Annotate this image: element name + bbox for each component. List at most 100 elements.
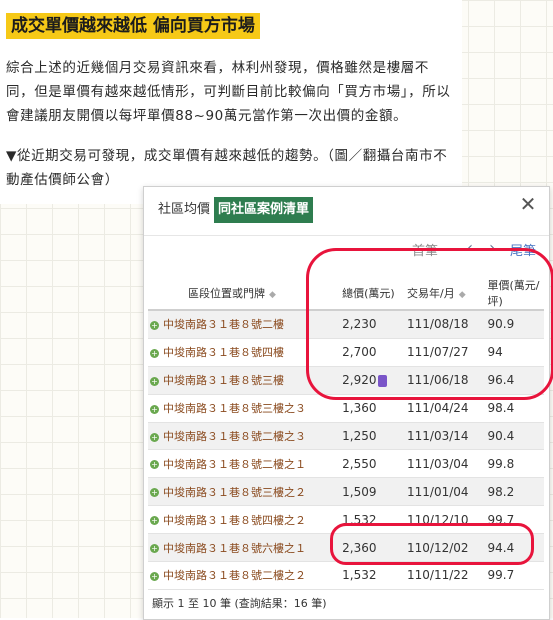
- cell-date: 111/03/04: [403, 449, 484, 479]
- cell-total: 2,230: [338, 310, 404, 339]
- cell-total: 1,532: [338, 505, 404, 535]
- cell-date: 110/12/10: [403, 505, 484, 535]
- table-row[interactable]: + 中埈南路３１巷８號四樓 2,700 111/07/27 94: [148, 338, 544, 367]
- cell-location[interactable]: + 中埈南路３１巷８號四樓之２: [148, 505, 339, 535]
- transaction-modal: 社區均價 同社區案例清單 ✕ 首筆 ‹ › 尾筆 區段位置或門牌 ◆ 總價(萬元)…: [143, 186, 550, 620]
- expand-icon[interactable]: +: [150, 460, 159, 470]
- cell-unit-price: 99.7: [483, 561, 544, 590]
- cell-unit-price: 94: [483, 338, 544, 367]
- sort-icon: ◆: [458, 290, 466, 300]
- table-row[interactable]: + 中埈南路３１巷８號三樓之３ 1,360 111/04/24 98.4: [148, 394, 544, 423]
- cell-date: 111/01/04: [403, 477, 484, 507]
- article-paragraph-1: 綜合上述的近幾個月交易資訊來看，林利州發現，價格雖然是樓層不同，但是單價有越來越…: [6, 60, 451, 124]
- expand-icon[interactable]: +: [150, 320, 159, 330]
- pagination: 首筆 ‹ › 尾筆: [144, 235, 549, 270]
- header-location[interactable]: 區段位置或門牌 ◆: [148, 277, 339, 311]
- total-text: 2,550: [342, 456, 377, 471]
- total-text: 2,920: [342, 373, 377, 388]
- article: 成交單價越來越低 偏向買方市場 綜合上述的近幾個月交易資訊來看，林利州發現，價格…: [0, 0, 462, 204]
- header-unit-price[interactable]: 單價(萬元/坪): [483, 277, 544, 311]
- total-text: 2,360: [342, 540, 377, 555]
- article-paragraph-2: ▼從近期交易可發現，成交單價有越來越低的趨勢。（圖／翻攝台南市不動產估價師公會）: [6, 148, 448, 188]
- expand-icon[interactable]: +: [150, 404, 159, 414]
- expand-icon[interactable]: +: [150, 516, 159, 526]
- cell-total: 2,920: [338, 366, 404, 395]
- cell-date: 110/11/22: [403, 561, 484, 590]
- header-date[interactable]: 交易年/月 ◆: [403, 277, 484, 311]
- cell-location[interactable]: + 中埈南路３１巷８號三樓之２: [148, 477, 339, 507]
- cell-total: 1,532: [338, 561, 404, 590]
- location-text: 中埈南路３１巷８號三樓之２: [163, 485, 306, 499]
- table-row[interactable]: + 中埈南路３１巷８號三樓 2,920 111/06/18 96.4: [148, 366, 544, 395]
- header-total[interactable]: 總價(萬元): [338, 277, 404, 311]
- pager-last-button[interactable]: 尾筆: [510, 240, 536, 259]
- cell-location[interactable]: + 中埈南路３１巷８號二樓之１: [148, 449, 339, 479]
- expand-icon[interactable]: +: [150, 348, 159, 358]
- table-row[interactable]: + 中埈南路３１巷８號二樓之３ 1,250 111/03/14 90.4: [148, 422, 544, 451]
- cell-location[interactable]: + 中埈南路３１巷８號二樓之２: [148, 561, 339, 590]
- total-text: 2,700: [342, 345, 377, 360]
- pager-first-button[interactable]: 首筆: [412, 240, 438, 259]
- cell-total: 2,550: [338, 449, 404, 479]
- expand-icon[interactable]: +: [150, 432, 159, 442]
- cell-total: 1,360: [338, 394, 404, 423]
- pager-prev-icon[interactable]: ‹: [460, 240, 480, 256]
- result-summary: 顯示 1 至 10 筆 (查詢結果：16 筆): [152, 597, 327, 610]
- cell-unit-price: 98.4: [483, 394, 544, 423]
- expand-icon[interactable]: +: [150, 376, 159, 386]
- location-text: 中埈南路３１巷８號二樓之３: [163, 430, 306, 443]
- location-text: 中埈南路３１巷８號三樓: [163, 374, 284, 388]
- close-icon[interactable]: ✕: [517, 193, 539, 215]
- total-text: 2,230: [342, 317, 377, 332]
- cell-unit-price: 99.8: [483, 449, 544, 479]
- tab-community-average[interactable]: 社區均價: [154, 197, 214, 223]
- header-location-label: 區段位置或門牌: [188, 287, 265, 300]
- total-text: 1,532: [342, 568, 377, 583]
- expand-icon[interactable]: +: [150, 488, 159, 498]
- cell-unit-price: 90.4: [483, 422, 544, 451]
- location-text: 中埈南路３１巷８號二樓: [163, 318, 284, 332]
- cell-date: 111/08/18: [403, 310, 484, 339]
- cell-date: 110/12/02: [403, 533, 484, 563]
- location-text: 中埈南路３１巷８號二樓之２: [163, 569, 306, 583]
- cell-location[interactable]: + 中埈南路３１巷８號六樓之１: [148, 533, 339, 563]
- table-row[interactable]: + 中埈南路３１巷８號二樓之２ 1,532 110/11/22 99.7: [148, 561, 544, 590]
- cell-location[interactable]: + 中埈南路３１巷８號四樓: [148, 338, 339, 367]
- cell-location[interactable]: + 中埈南路３１巷８號二樓之３: [148, 422, 339, 451]
- cell-total: 1,509: [338, 477, 404, 507]
- total-text: 1,360: [342, 401, 377, 416]
- cell-unit-price: 96.4: [483, 366, 544, 395]
- expand-icon[interactable]: +: [150, 544, 159, 554]
- location-text: 中埈南路３１巷８號三樓之３: [163, 402, 306, 416]
- cell-location[interactable]: + 中埈南路３１巷８號三樓之３: [148, 394, 339, 423]
- pager-next-icon[interactable]: ›: [482, 240, 502, 256]
- cell-location[interactable]: + 中埈南路３１巷８號二樓: [148, 310, 339, 339]
- note-badge-icon[interactable]: [378, 374, 388, 387]
- total-text: 1,250: [342, 429, 377, 443]
- cell-total: 1,250: [338, 422, 404, 451]
- tab-community-cases[interactable]: 同社區案例清單: [214, 197, 314, 223]
- cell-unit-price: 98.2: [483, 477, 544, 507]
- location-text: 中埈南路３１巷８號二樓之１: [163, 457, 306, 471]
- cell-total: 2,700: [338, 338, 404, 367]
- table-row[interactable]: + 中埈南路３１巷８號三樓之２ 1,509 111/01/04 98.2: [148, 477, 544, 507]
- cell-total: 2,360: [338, 533, 404, 563]
- table-row[interactable]: + 中埈南路３１巷８號二樓 2,230 111/08/18 90.9: [148, 310, 544, 339]
- table-row[interactable]: + 中埈南路３１巷８號四樓之２ 1,532 110/12/10 99.7: [148, 505, 544, 535]
- total-text: 1,509: [342, 484, 377, 499]
- header-date-label: 交易年/月: [407, 287, 455, 300]
- cell-date: 111/04/24: [403, 394, 484, 423]
- header-total-label: 總價(萬元): [342, 287, 395, 300]
- modal-tabs: 社區均價 同社區案例清單: [154, 197, 314, 223]
- cell-date: 111/06/18: [403, 366, 484, 395]
- expand-icon[interactable]: +: [150, 571, 159, 581]
- cell-unit-price: 90.9: [483, 310, 544, 339]
- table-row[interactable]: + 中埈南路３１巷８號二樓之１ 2,550 111/03/04 99.8: [148, 449, 544, 479]
- location-text: 中埈南路３１巷８號四樓之２: [163, 513, 306, 527]
- header-unit-label: 單價(萬元/坪): [487, 279, 540, 308]
- cell-location[interactable]: + 中埈南路３１巷８號三樓: [148, 366, 339, 395]
- total-text: 1,532: [342, 512, 377, 527]
- table-row[interactable]: + 中埈南路３１巷８號六樓之１ 2,360 110/12/02 94.4: [148, 533, 544, 563]
- cell-date: 111/07/27: [403, 338, 484, 367]
- cell-unit-price: 99.7: [483, 505, 544, 535]
